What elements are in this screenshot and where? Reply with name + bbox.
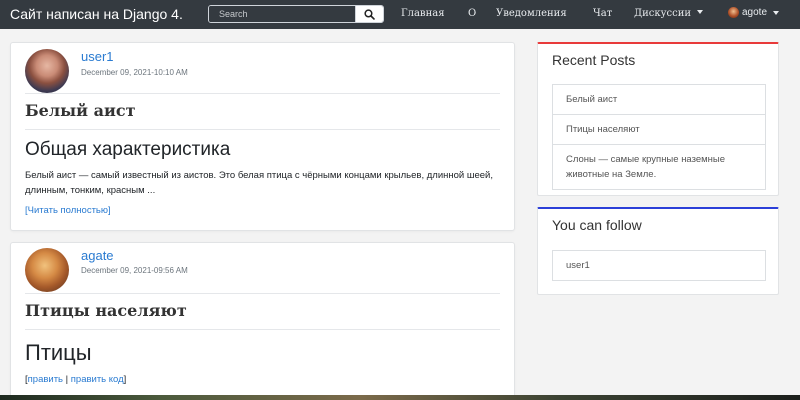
- background-strip: [0, 395, 800, 400]
- user-name: agote: [742, 7, 768, 18]
- search-icon: [364, 8, 375, 20]
- recent-post-item[interactable]: Белый аист: [552, 84, 766, 115]
- bracket-close: ]: [123, 374, 127, 385]
- divider: [25, 293, 500, 294]
- post-title[interactable]: Птицы населяют: [25, 301, 187, 320]
- recent-posts-widget: Recent Posts Белый аист Птицы населяют С…: [537, 42, 779, 196]
- nav-discussions[interactable]: Дискуссии: [634, 8, 704, 19]
- edit-code-link[interactable]: править код: [71, 374, 124, 385]
- post-heading: Общая характеристика: [25, 139, 231, 160]
- user-avatar: [728, 7, 739, 18]
- search-form: [208, 5, 384, 23]
- nav-chat[interactable]: Чат: [593, 8, 612, 19]
- divider: [25, 129, 500, 130]
- separator: |: [65, 374, 69, 385]
- user-dropdown-caret-icon: [773, 10, 780, 15]
- post-heading: Птицы: [25, 340, 92, 365]
- author-avatar[interactable]: [25, 49, 69, 93]
- nav-discussions-label: Дискуссии: [634, 8, 692, 19]
- post-date: December 09, 2021-10:10 AM: [81, 68, 188, 77]
- nav-notifications[interactable]: Уведомления: [496, 8, 567, 19]
- edit-link[interactable]: править: [28, 374, 63, 385]
- read-more-link[interactable]: [Читать полностью]: [25, 205, 111, 216]
- post-card: agate December 09, 2021-09:56 AM Птицы н…: [10, 242, 515, 400]
- post-card: user1 December 09, 2021-10:10 AM Белый а…: [10, 42, 515, 231]
- post-author-link[interactable]: user1: [81, 49, 114, 64]
- recent-post-item[interactable]: Слоны — самые крупные наземные животные …: [552, 145, 766, 190]
- post-date: December 09, 2021-09:56 AM: [81, 266, 188, 275]
- divider: [25, 93, 500, 94]
- post-actions: [править | править код]: [25, 374, 126, 385]
- follow-user-item[interactable]: user1: [552, 250, 766, 281]
- post-author-link[interactable]: agate: [81, 248, 114, 263]
- navbar: Сайт написан на Django 4. Главная О Увед…: [0, 0, 800, 29]
- user-menu[interactable]: agote: [728, 7, 780, 18]
- site-brand[interactable]: Сайт написан на Django 4.: [10, 6, 183, 22]
- recent-posts-list: Белый аист Птицы населяют Слоны — самые …: [552, 84, 766, 190]
- follow-widget: You can follow user1: [537, 207, 779, 295]
- follow-list: user1: [552, 250, 766, 281]
- widget-title: You can follow: [552, 217, 642, 233]
- nav-about[interactable]: О: [468, 8, 476, 19]
- nav-home[interactable]: Главная: [401, 8, 445, 19]
- divider: [25, 329, 500, 330]
- search-input[interactable]: [209, 6, 355, 22]
- post-title[interactable]: Белый аист: [25, 101, 136, 120]
- author-avatar[interactable]: [25, 248, 69, 292]
- post-excerpt: Белый аист — самый известный из аистов. …: [25, 170, 493, 196]
- search-button[interactable]: [355, 6, 383, 22]
- dropdown-caret-icon: [697, 10, 704, 14]
- widget-title: Recent Posts: [552, 52, 636, 68]
- recent-post-item[interactable]: Птицы населяют: [552, 115, 766, 145]
